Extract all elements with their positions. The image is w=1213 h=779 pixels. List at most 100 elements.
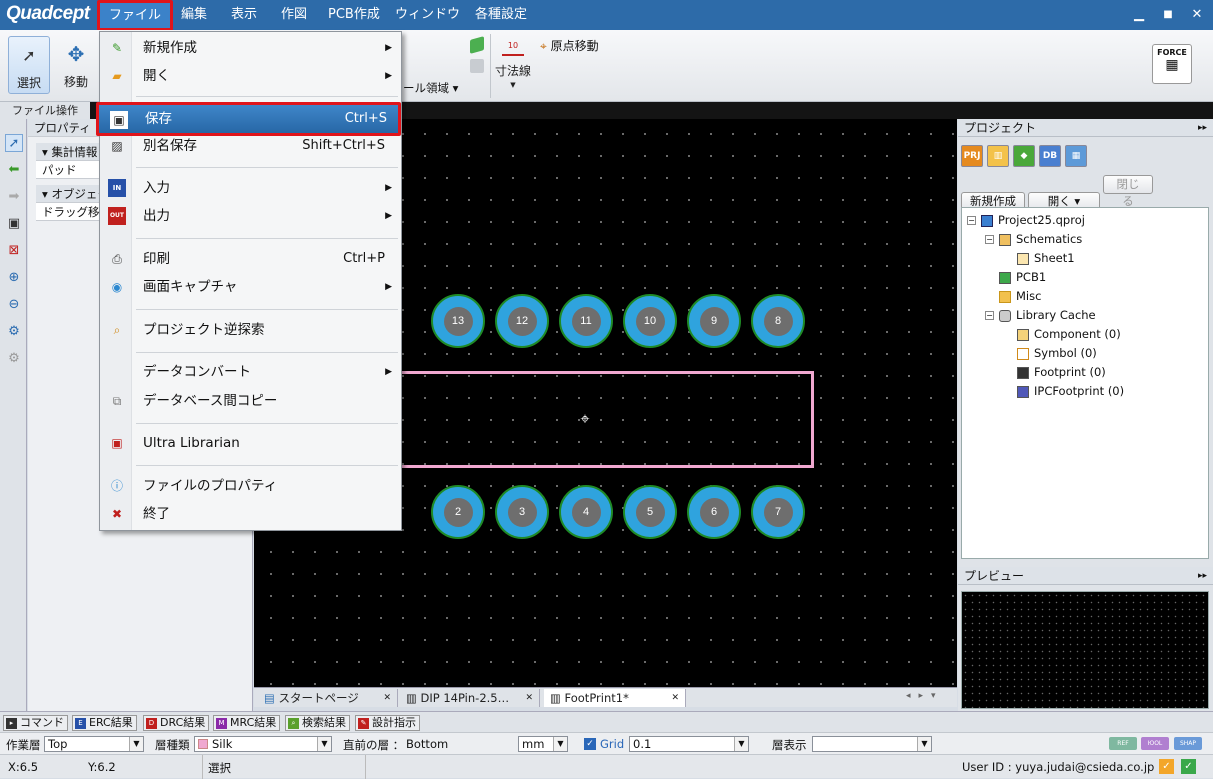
pad-number: 13 [443,306,473,336]
close-tab-icon[interactable]: ✕ [383,689,391,707]
confirm-check-icon[interactable]: ✓ [1181,759,1196,774]
tab-drc[interactable]: D DRC結果 [143,715,210,731]
menu-item-print[interactable]: ⎙ 印刷 Ctrl+P [100,246,401,272]
menu-item-project-search[interactable]: ⌕ プロジェクト逆探索 [100,317,401,343]
unit-select[interactable]: mm ▼ [518,736,568,752]
menu-item-save-as[interactable]: ▨ 別名保存 Shift+Ctrl+S [100,133,401,159]
menu-item-exit[interactable]: ✖ 終了 [100,501,401,527]
tree-node-symbol[interactable]: Symbol (0) [967,344,1208,363]
collapse-icon[interactable]: − [967,216,976,225]
pad-5[interactable]: 5 [623,485,677,539]
close-button[interactable]: ✕ [1188,6,1206,24]
menu-file[interactable]: ファイル [97,0,174,31]
grid-table-icon[interactable]: ▦ [1065,145,1087,167]
pointer-tool-icon[interactable]: ➚ [5,134,23,152]
tree-node-misc[interactable]: Misc [967,287,1208,306]
tab-mrc[interactable]: M MRC結果 [213,715,281,731]
forward-arrow-icon[interactable]: ➡ [5,188,23,206]
tab-start-page[interactable]: ▤ スタートページ ✕ [258,689,398,707]
tree-node-component[interactable]: Component (0) [967,325,1208,344]
tree-node-sheet1[interactable]: Sheet1 [967,249,1208,268]
pad-3[interactable]: 3 [495,485,549,539]
menu-item-import[interactable]: IN 入力 ▶ [100,175,401,201]
pad-8[interactable]: 8 [751,294,805,348]
submenu-arrow-icon: ▶ [385,367,392,377]
origin-move-button[interactable]: ⌖ 原点移動 [540,37,599,54]
grid-checkbox[interactable]: ✓ [584,738,596,750]
tab-scroll-icons[interactable]: ◂▸▾ [906,691,944,701]
menu-edit[interactable]: 編集 [175,0,213,30]
layer-green-icon[interactable] [470,36,484,54]
tab-search[interactable]: ⌕ 検索結果 [285,715,350,731]
tree-node-project[interactable]: − Project25.qproj [967,211,1208,230]
back-arrow-icon[interactable]: ⬅ [5,161,23,179]
pad-13[interactable]: 13 [431,294,485,348]
tab-footprint1[interactable]: ▥ FootPrint1* ✕ [544,689,686,707]
menu-item-label: 印刷 [143,251,170,267]
layers-icon[interactable]: ◆ [1013,145,1035,167]
tab-command[interactable]: ▸ コマンド [3,715,68,731]
menu-item-export[interactable]: OUT 出力 ▶ [100,203,401,229]
menu-item-ultra-librarian[interactable]: ▣ Ultra Librarian [100,430,401,456]
menu-draw[interactable]: 作図 [275,0,313,30]
menu-window[interactable]: ウィンドウ [389,0,466,30]
layer-display-select[interactable]: ▼ [812,736,932,752]
close-tab-icon[interactable]: ✕ [671,689,679,707]
ref-button[interactable]: REF [1109,737,1137,750]
tree-node-schematics[interactable]: − Schematics [967,230,1208,249]
pad-6[interactable]: 6 [687,485,741,539]
menu-item-open[interactable]: ▰ 開く ▶ [100,63,401,89]
collapse-icon[interactable]: − [985,311,994,320]
pad-4[interactable]: 4 [559,485,613,539]
gear-blue-icon[interactable]: ⚙ [5,323,23,341]
fit-view-icon[interactable]: ⊠ [5,242,23,260]
pad-10[interactable]: 10 [623,294,677,348]
force-button[interactable]: FORCE ▦ [1152,44,1192,84]
gear-gray-icon[interactable]: ⚙ [5,350,23,368]
outline-button[interactable]: ЮOL [1141,737,1169,750]
tab-erc[interactable]: E ERC結果 [72,715,137,731]
menu-pcb[interactable]: PCB作成 [322,0,386,30]
database-icon[interactable]: DB [1039,145,1061,167]
menu-item-new[interactable]: ✎ 新規作成 ▶ [100,35,401,61]
tree-node-ipc-footprint[interactable]: IPCFootprint (0) [967,382,1208,401]
prj-icon[interactable]: PRJ [961,145,983,167]
zoom-in-icon[interactable]: ⊕ [5,269,23,287]
pad-7[interactable]: 7 [751,485,805,539]
dimension-tool-button[interactable]: 10 寸法線 ▼ [495,36,531,90]
menu-item-save[interactable]: ▣ 保存 Ctrl+S [96,102,401,136]
collapse-icon[interactable]: − [985,235,994,244]
menu-settings[interactable]: 各種設定 [469,0,533,30]
grid-select[interactable]: 0.1 ▼ [629,736,749,752]
book-icon[interactable]: ▥ [987,145,1009,167]
tab-design-instruction[interactable]: ✎ 設計指示 [355,715,420,731]
pad-12[interactable]: 12 [495,294,549,348]
panel-menu-icon[interactable]: ▸▸ [1198,567,1207,585]
menu-item-file-properties[interactable]: ⓘ ファイルのプロパティ [100,473,401,499]
tree-node-library-cache[interactable]: − Library Cache [967,306,1208,325]
menu-item-capture[interactable]: ◉ 画面キャプチャ ▶ [100,274,401,300]
shape-button[interactable]: SHAP [1174,737,1202,750]
menu-view[interactable]: 表示 [225,0,263,30]
minimize-button[interactable]: ▁ [1130,6,1148,24]
layer-type-select[interactable]: Silk ▼ [194,736,332,752]
tree-node-pcb1[interactable]: PCB1 [967,268,1208,287]
close-project-button[interactable]: 閉じる [1103,175,1153,208]
panel-menu-icon[interactable]: ▸▸ [1198,119,1207,137]
pad-11[interactable]: 11 [559,294,613,348]
menu-item-db-copy[interactable]: ⧉ データベース間コピー [100,388,401,414]
zoom-out-icon[interactable]: ⊖ [5,296,23,314]
pad-9[interactable]: 9 [687,294,741,348]
pad-2[interactable]: 2 [431,485,485,539]
work-layer-select[interactable]: Top ▼ [44,736,144,752]
tab-dip14[interactable]: ▥ DIP 14Pin-2.5… ✕ [400,689,540,707]
save-disk-icon[interactable]: ▣ [5,215,23,233]
menu-item-data-convert[interactable]: データコンバート ▶ [100,359,401,385]
move-tool-button[interactable]: ✥ 移動 [56,41,96,99]
tree-node-footprint[interactable]: Footprint (0) [967,363,1208,382]
area-dropdown[interactable]: ール領域 ▾ [403,80,458,96]
select-tool-button[interactable]: ➚ 選択 [8,36,50,94]
maximize-button[interactable]: ■ [1159,6,1177,24]
edit-check-icon[interactable]: ✓ [1159,759,1174,774]
close-tab-icon[interactable]: ✕ [525,689,533,707]
